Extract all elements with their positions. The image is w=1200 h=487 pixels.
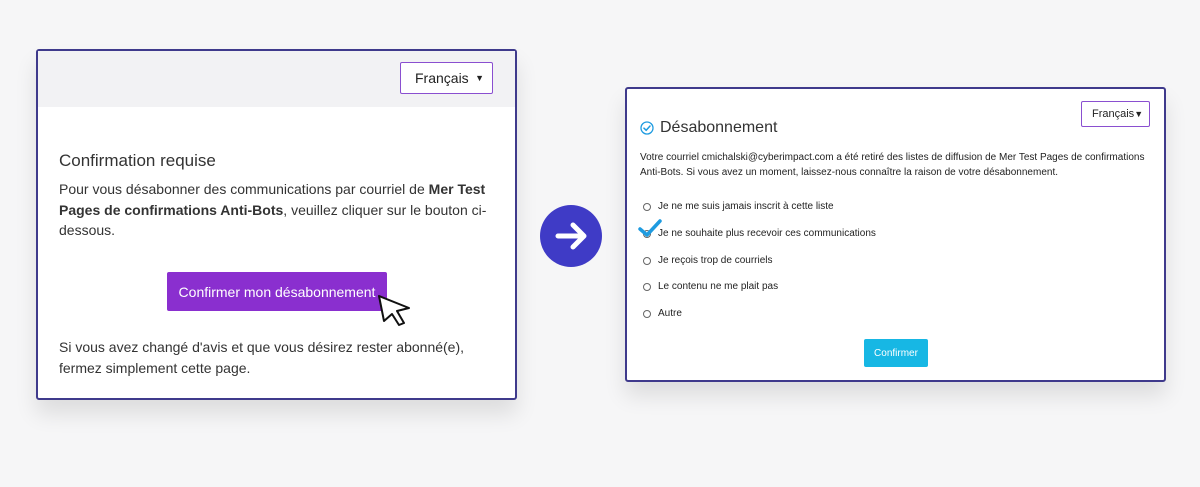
title-row: Désabonnement [640,119,777,137]
page-title: Désabonnement [660,119,778,136]
radio-button[interactable] [643,256,651,265]
reason-label: Le contenu ne me plait pas [658,281,779,292]
language-select-value: Français [415,70,469,86]
reason-option[interactable]: Je ne souhaite plus recevoir ces communi… [643,228,876,239]
reason-label: Je ne me suis jamais inscrit à cette lis… [658,201,834,212]
caret-down-icon: ▼ [475,73,484,83]
reason-option[interactable]: Le contenu ne me plait pas [643,281,778,292]
confirm-unsubscribe-button[interactable]: Confirmer mon désabonnement [167,272,387,311]
reason-label: Autre [658,308,682,319]
footer-message: Si vous avez changé d'avis et que vous d… [59,339,465,376]
check-circle-icon [640,121,654,135]
unsubscribe-card: Français ▼ Désabonnement Votre courriel … [625,87,1166,382]
language-select-value: Français [1092,108,1135,120]
reason-option[interactable]: Je reçois trop de courriels [643,255,773,266]
arrow-right-icon [540,205,602,267]
unsubscribe-message: Votre courriel cmichalski@cyberimpact.co… [640,152,1145,178]
radio-button[interactable] [643,202,651,211]
checkmark-icon [638,219,662,237]
mouse-pointer-icon [378,295,410,326]
radio-button[interactable] [643,309,651,318]
confirmation-message: Pour vous désabonner des communications … [59,179,499,241]
reason-label: Je ne souhaite plus recevoir ces communi… [658,228,876,239]
reason-option[interactable]: Je ne me suis jamais inscrit à cette lis… [643,201,834,212]
reason-option[interactable]: Autre [643,308,682,319]
confirmation-card: Français ▼ Confirmation requise Pour vou… [36,49,517,400]
reason-label: Je reçois trop de courriels [658,255,773,266]
page-title: Confirmation requise [59,151,216,170]
confirm-button[interactable]: Confirmer [864,339,928,367]
caret-down-icon: ▼ [1134,109,1144,119]
language-select[interactable]: Français ▼ [1081,101,1150,127]
message-text: Pour vous désabonner des communications … [59,181,429,197]
radio-button[interactable] [643,282,651,291]
language-select[interactable]: Français ▼ [400,62,493,94]
